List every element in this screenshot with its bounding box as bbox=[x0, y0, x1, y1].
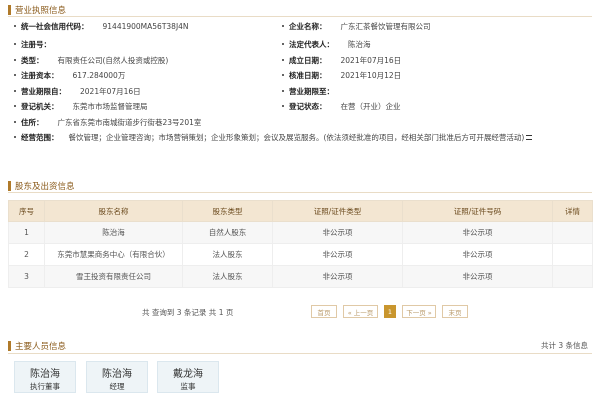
scope-row: 经营范围： 餐饮管理；企业管理咨询；市场营销策划；企业形象策划；会议及展览服务。… bbox=[14, 130, 533, 144]
person-name: 戴龙海 bbox=[173, 369, 203, 380]
person-role: 执行董事 bbox=[30, 382, 60, 391]
address-row: 住所： 广东省东莞市南城街道步行街巷23号201室 bbox=[14, 115, 201, 129]
cert-type: 非公示项 bbox=[272, 265, 403, 288]
col-header-type: 股东类型 bbox=[182, 200, 273, 222]
scope-value: 餐饮管理；企业管理咨询；市场营销策划；企业形象策划；会议及展览服务。(依法须经批… bbox=[68, 132, 525, 142]
last-page-button[interactable]: 末页 bbox=[442, 305, 468, 318]
capital-row: 注册资本： 617.284000万 bbox=[14, 68, 125, 82]
legal-rep-row: 法定代表人： 陈治海 bbox=[282, 37, 371, 51]
established-row: 成立日期： 2021年07月16日 bbox=[282, 53, 401, 67]
credit-code-row: 统一社会信用代码： 91441900MA56T38J4N bbox=[14, 19, 189, 33]
divider bbox=[8, 16, 592, 17]
authority-label: 登记机关： bbox=[21, 101, 59, 111]
detail-cell bbox=[552, 265, 593, 288]
authority-value: 东莞市市场监督管理局 bbox=[72, 101, 148, 111]
col-header-cert-no: 证照/证件号码 bbox=[402, 200, 553, 222]
type-label: 类型： bbox=[21, 55, 44, 65]
authority-row: 登记机关： 东莞市市场监督管理局 bbox=[14, 99, 148, 113]
divider bbox=[8, 353, 592, 354]
table-header-row: 序号 股东名称 股东类型 证照/证件类型 证照/证件号码 详情 bbox=[8, 200, 593, 222]
license-title: 营业执照信息 bbox=[15, 6, 67, 16]
reg-no-label: 注册号： bbox=[21, 39, 51, 49]
term-row: 营业期限自： 2021年07月16日 bbox=[14, 84, 141, 98]
reg-no-row: 注册号： bbox=[14, 37, 65, 51]
person-name: 陈治海 bbox=[30, 369, 60, 380]
company-name-label: 企业名称： bbox=[289, 21, 327, 31]
person-card[interactable]: 戴龙海 监事 bbox=[157, 361, 219, 393]
person-name: 陈治海 bbox=[102, 369, 132, 380]
shareholder-section-title: 股东及出资信息 bbox=[8, 180, 75, 192]
shareholder-name: 东莞市慧果商务中心（有限合伙） bbox=[44, 243, 183, 266]
row-index: 1 bbox=[8, 221, 45, 244]
address-label: 住所： bbox=[21, 117, 44, 127]
detail-cell bbox=[552, 221, 593, 244]
term-label: 营业期限自： bbox=[21, 86, 66, 96]
person-card[interactable]: 陈治海 经理 bbox=[86, 361, 148, 393]
col-header-name: 股东名称 bbox=[44, 200, 183, 222]
personnel-section-title: 主要人员信息 bbox=[8, 340, 66, 352]
first-page-button[interactable]: 首页 bbox=[311, 305, 337, 318]
approved-label: 核准日期： bbox=[289, 70, 327, 80]
shareholder-name: 陈治海 bbox=[44, 221, 183, 244]
col-header-detail: 详情 bbox=[552, 200, 593, 222]
page-1-button[interactable]: 1 bbox=[384, 305, 396, 318]
row-index: 3 bbox=[8, 265, 45, 288]
established-value: 2021年07月16日 bbox=[340, 55, 402, 65]
type-value: 有限责任公司(自然人投资或控股) bbox=[57, 55, 169, 65]
term-to-row: 营业期限至： bbox=[282, 84, 348, 98]
credit-code-label: 统一社会信用代码： bbox=[21, 21, 89, 31]
shareholder-type: 自然人股东 bbox=[182, 221, 273, 244]
cert-type: 非公示项 bbox=[272, 243, 403, 266]
personnel-count: 共计 3 条信息 bbox=[540, 341, 588, 350]
table-row: 1 陈治海 自然人股东 非公示项 非公示项 bbox=[8, 221, 593, 244]
row-index: 2 bbox=[8, 243, 45, 266]
approved-value: 2021年10月12日 bbox=[340, 70, 402, 80]
license-section-title: 营业执照信息 bbox=[8, 4, 66, 16]
detail-cell bbox=[552, 243, 593, 266]
cert-no: 非公示项 bbox=[402, 243, 553, 266]
term-to-label: 营业期限至： bbox=[289, 86, 334, 96]
cert-type: 非公示项 bbox=[272, 221, 403, 244]
status-value: 在营（开业）企业 bbox=[340, 101, 401, 111]
legal-rep-label: 法定代表人： bbox=[289, 39, 334, 49]
col-header-index: 序号 bbox=[8, 200, 45, 222]
capital-label: 注册资本： bbox=[21, 70, 59, 80]
person-role: 经理 bbox=[109, 382, 125, 391]
personnel-title: 主要人员信息 bbox=[15, 342, 67, 352]
prev-page-button[interactable]: « 上一页 bbox=[343, 305, 378, 318]
shareholder-type: 法人股东 bbox=[182, 265, 273, 288]
capital-value: 617.284000万 bbox=[72, 70, 126, 80]
shareholder-name: 雪王投资有限责任公司 bbox=[44, 265, 183, 288]
shareholder-title: 股东及出资信息 bbox=[15, 182, 75, 192]
person-card[interactable]: 陈治海 执行董事 bbox=[14, 361, 76, 393]
pager-info: 共 查询到 3 条记录 共 1 页 bbox=[142, 308, 234, 317]
type-row: 类型： 有限责任公司(自然人投资或控股) bbox=[14, 53, 168, 67]
address-value: 广东省东莞市南城街道步行街巷23号201室 bbox=[57, 117, 202, 127]
cert-no: 非公示项 bbox=[402, 221, 553, 244]
company-name-value: 广东汇茶餐饮管理有限公司 bbox=[340, 21, 431, 31]
next-page-button[interactable]: 下一页 » bbox=[402, 305, 436, 318]
shareholder-type: 法人股东 bbox=[182, 243, 273, 266]
scope-label: 经营范围： bbox=[21, 132, 59, 142]
person-role: 监事 bbox=[180, 382, 196, 391]
end-mark-icon bbox=[526, 134, 533, 140]
divider bbox=[8, 192, 592, 193]
table-row: 3 雪王投资有限责任公司 法人股东 非公示项 非公示项 bbox=[8, 265, 593, 288]
status-row: 登记状态： 在营（开业）企业 bbox=[282, 99, 401, 113]
credit-code-value: 91441900MA56T38J4N bbox=[102, 21, 189, 31]
section-bar bbox=[8, 5, 11, 15]
table-row: 2 东莞市慧果商务中心（有限合伙） 法人股东 非公示项 非公示项 bbox=[8, 243, 593, 266]
shareholder-table: 序号 股东名称 股东类型 证照/证件类型 证照/证件号码 详情 1 陈治海 自然… bbox=[8, 200, 593, 288]
approved-row: 核准日期： 2021年10月12日 bbox=[282, 68, 401, 82]
section-bar bbox=[8, 181, 11, 191]
term-value: 2021年07月16日 bbox=[80, 86, 141, 96]
cert-no: 非公示项 bbox=[402, 265, 553, 288]
established-label: 成立日期： bbox=[289, 55, 327, 65]
section-bar bbox=[8, 341, 11, 351]
status-label: 登记状态： bbox=[289, 101, 327, 111]
col-header-cert-type: 证照/证件类型 bbox=[272, 200, 403, 222]
company-name-row: 企业名称： 广东汇茶餐饮管理有限公司 bbox=[282, 19, 431, 33]
legal-rep-value: 陈治海 bbox=[348, 39, 371, 49]
